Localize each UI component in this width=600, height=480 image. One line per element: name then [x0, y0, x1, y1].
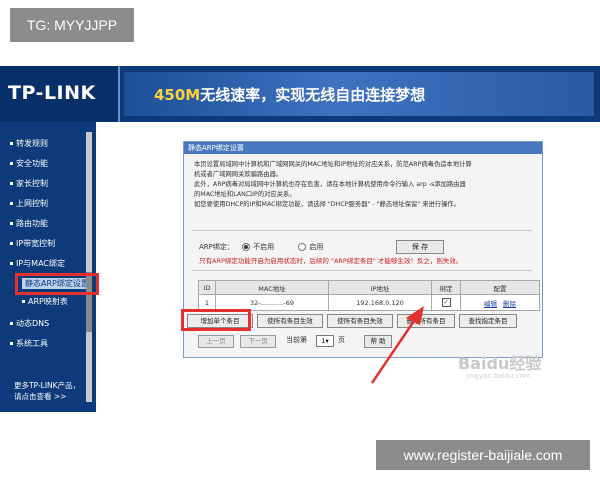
col-header: ID: [198, 280, 216, 295]
tp-link-logo: TP-LINK: [8, 82, 96, 104]
site-url-badge: www.register-baijiale.com: [376, 440, 590, 470]
prev-page-button[interactable]: 上一页: [198, 335, 234, 348]
current-page-label: 当前第: [286, 336, 307, 344]
baidu-watermark: Baidu经验: [458, 354, 542, 373]
radio-enable[interactable]: [298, 243, 307, 251]
desc-line: 机或者广域网网关欺骗路由器。: [194, 171, 283, 178]
bullet-icon: [10, 322, 13, 325]
bullet-icon: [10, 162, 13, 165]
help-button[interactable]: 帮 助: [364, 335, 392, 348]
slogan-speed: 450M: [154, 86, 201, 104]
header-banner: 450M无线速率，实现无线自由连接梦想: [124, 72, 594, 116]
divider: [192, 270, 532, 271]
sidebar-highlight-annotation: [15, 273, 99, 295]
delete-all-button[interactable]: 删除所有条目: [397, 314, 455, 328]
enable-all-button[interactable]: 使所有条目生效: [257, 314, 323, 328]
slogan-text: 无线速率，实现无线自由连接梦想: [200, 86, 426, 104]
desc-line: 本页设置局域网中计算机和广域网网关的MAC地址和IP地址的对应关系，防范ARP病…: [194, 161, 472, 168]
logo-area: TP-LINK: [0, 66, 120, 122]
bullet-icon: [10, 262, 13, 265]
add-button-highlight-annotation: [181, 309, 251, 331]
more-products-link[interactable]: 更多TP-LINK产品， 请点击查看 >>: [14, 380, 80, 402]
sidebar-item-system-tools[interactable]: 系统工具: [10, 338, 48, 350]
desc-line: 的MAC地址和LAN口IP的对应关系。: [194, 191, 296, 198]
desc-line: 如您要使用DHCP的IP和MAC绑定功能，请选择 "DHCP服务器" - "静态…: [194, 201, 461, 208]
delete-link[interactable]: 删除: [503, 300, 516, 308]
sidebar-item-security[interactable]: 安全功能: [10, 158, 48, 170]
find-entry-button[interactable]: 查找指定条目: [459, 314, 517, 328]
table-header-row: ID MAC地址 IP地址 绑定 配置: [198, 280, 540, 295]
radio-enable-label: 启用: [309, 243, 324, 251]
arp-binding-setting: ARP绑定： 不启用 启用: [199, 242, 323, 252]
binding-warning: 只有ARP绑定功能开启为启用状态时，后续的 "ARP绑定条目" 才能够生效！反之…: [199, 257, 463, 265]
sidebar-item-parental[interactable]: 家长控制: [10, 178, 48, 190]
disable-all-button[interactable]: 使所有条目失效: [327, 314, 393, 328]
panel-description: 本页设置局域网中计算机和广域网网关的MAC地址和IP地址的对应关系，防范ARP病…: [194, 160, 534, 210]
router-header: TP-LINK 450M无线速率，实现无线自由连接梦想: [0, 66, 600, 122]
divider: [192, 230, 532, 231]
cell-config: 编辑 删除: [460, 294, 540, 311]
sidebar-item-arp-table[interactable]: ARP映射表: [22, 296, 68, 308]
arp-binding-label: ARP绑定：: [199, 243, 234, 251]
sidebar-item-ip-mac-binding[interactable]: IP与MAC绑定: [10, 258, 65, 270]
radio-disable[interactable]: [242, 243, 251, 251]
cell-bind: ✓: [431, 294, 461, 311]
page-select[interactable]: 1▾: [316, 335, 334, 347]
banner-slogan: 450M无线速率，实现无线自由连接梦想: [154, 84, 425, 105]
next-page-button[interactable]: 下一页: [240, 335, 276, 348]
tg-watermark-badge: TG: MYYJJPP: [10, 8, 134, 42]
bullet-icon: [10, 202, 13, 205]
sidebar-nav: 转发规则 安全功能 家长控制 上网控制 路由功能 IP带宽控制 IP与MAC绑定…: [0, 122, 96, 412]
more-products-line1: 更多TP-LINK产品，: [14, 381, 81, 390]
bind-checkbox[interactable]: ✓: [441, 298, 451, 307]
arp-table: ID MAC地址 IP地址 绑定 配置 1 32-...........-69 …: [198, 280, 540, 311]
sidebar-scrollbar[interactable]: [86, 132, 92, 402]
bullet-icon: [10, 182, 13, 185]
desc-line: 此外，ARP病毒对局域网中计算机也存在危害，请在本地计算机使用命令行输入 arp…: [194, 181, 466, 188]
panel-title: 静态ARP绑定设置: [184, 142, 542, 154]
sidebar-item-ddns[interactable]: 动态DNS: [10, 318, 49, 330]
sidebar-item-access-control[interactable]: 上网控制: [10, 198, 48, 210]
col-header: 绑定: [431, 280, 461, 295]
save-button[interactable]: 保 存: [396, 240, 444, 254]
more-products-line2: 请点击查看 >>: [14, 392, 67, 401]
page-suffix: 页: [338, 336, 345, 344]
sidebar-item-routing[interactable]: 路由功能: [10, 218, 48, 230]
bullet-icon: [22, 300, 25, 303]
bullet-icon: [10, 142, 13, 145]
edit-link[interactable]: 编辑: [484, 300, 497, 308]
sidebar-item-forwarding[interactable]: 转发规则: [10, 138, 48, 150]
bullet-icon: [10, 222, 13, 225]
baidu-watermark-url: jingyan.baidu.com: [466, 372, 531, 380]
cell-ip: 192.168.0.120: [328, 294, 432, 311]
sidebar-item-bandwidth[interactable]: IP带宽控制: [10, 238, 55, 250]
radio-disable-label: 不启用: [253, 243, 275, 251]
col-header: IP地址: [328, 280, 432, 295]
col-header: MAC地址: [215, 280, 329, 295]
col-header: 配置: [460, 280, 540, 295]
bullet-icon: [10, 242, 13, 245]
bullet-icon: [10, 342, 13, 345]
